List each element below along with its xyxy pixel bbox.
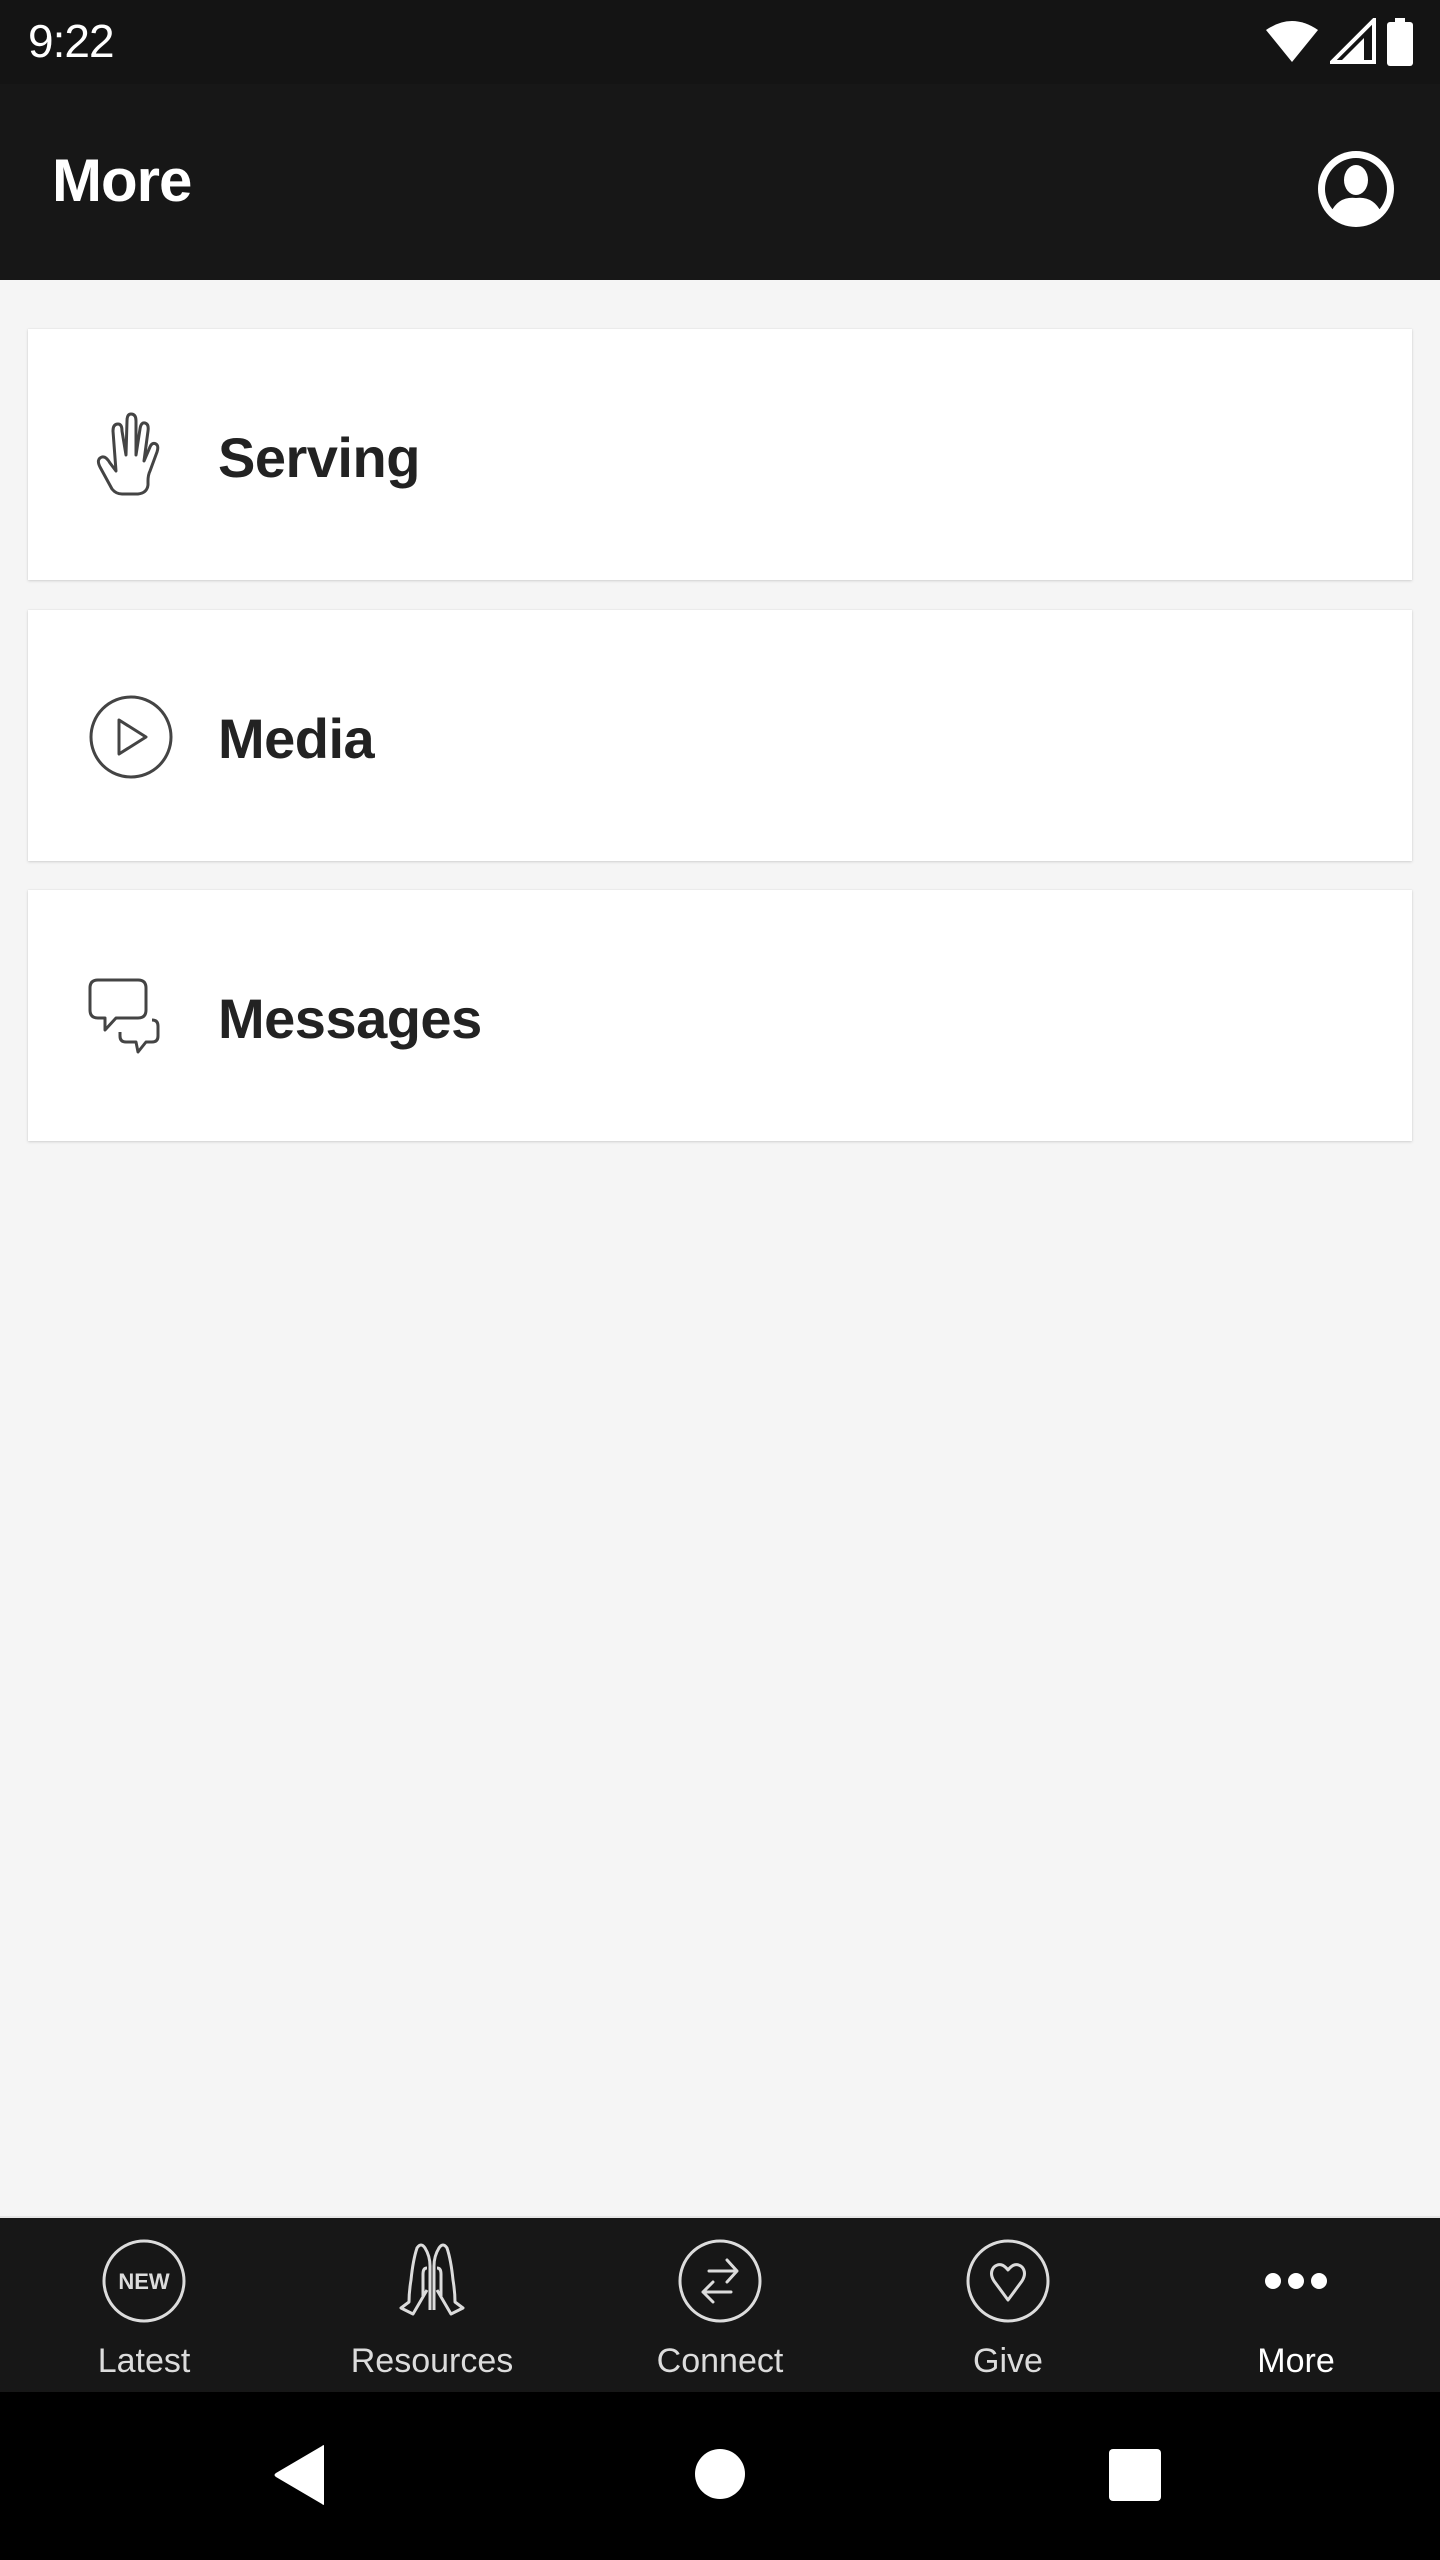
play-circle-icon [89,695,173,779]
battery-icon [1387,18,1413,66]
recents-icon[interactable] [1108,2448,1162,2502]
profile-button[interactable] [1315,148,1397,230]
tab-connect[interactable]: Connect [576,2218,864,2392]
cell-signal-icon [1330,18,1376,64]
tab-latest[interactable]: NEW Latest [0,2218,288,2392]
wifi-icon [1266,21,1318,62]
menu-item-label: Messages [218,987,482,1050]
status-time: 9:22 [28,15,115,67]
status-bar: 9:22 [0,0,1440,84]
back-icon[interactable] [272,2444,328,2506]
raised-hand-icon [96,412,160,496]
app-bar: More [0,84,1440,280]
heart-circle-icon [966,2239,1050,2323]
more-dots-icon [1265,2273,1327,2289]
tab-label: Latest [97,2342,191,2380]
menu-item-messages[interactable]: Messages [28,890,1412,1141]
home-icon[interactable] [694,2448,746,2500]
new-badge-text: NEW [118,2269,170,2294]
menu-item-serving[interactable]: Serving [28,329,1412,580]
tab-resources[interactable]: Resources [288,2218,576,2392]
tab-label: Give [973,2342,1043,2380]
more-menu: Serving Media Messages [0,280,1440,2216]
tab-label: Resources [350,2342,514,2380]
new-badge-icon: NEW [102,2239,186,2323]
status-icons [1264,18,1414,66]
menu-item-media[interactable]: Media [28,610,1412,861]
tab-give[interactable]: Give [864,2218,1152,2392]
swap-arrows-icon [678,2239,762,2323]
tab-label: More [1257,2342,1335,2380]
menu-item-label: Serving [218,426,420,489]
tab-label: Connect [656,2342,784,2380]
system-nav-bar [0,2392,1440,2560]
account-circle-icon [1318,151,1394,227]
page-title: More [52,147,192,214]
bottom-nav: NEW Latest Resources Connect Give More [0,2216,1440,2392]
chat-bubbles-icon [88,978,160,1054]
menu-item-label: Media [218,707,375,770]
praying-hands-icon [399,2243,465,2316]
tab-more[interactable]: More [1152,2218,1440,2392]
